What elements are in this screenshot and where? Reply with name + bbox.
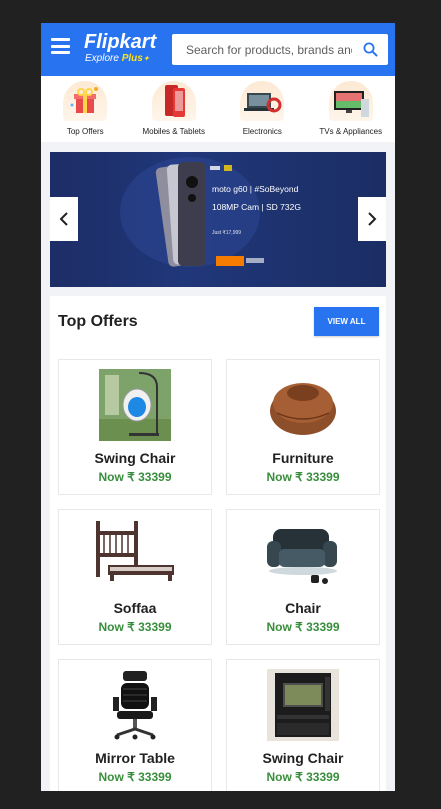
product-price: Now ₹ 33399: [98, 620, 172, 634]
sofa-icon: [267, 519, 339, 591]
brand-tagline: Explore Plus✦: [85, 53, 156, 65]
category-tvs[interactable]: TVs & Appliances: [307, 76, 395, 142]
laptop-icon: [240, 81, 285, 121]
tagline-prefix: Explore: [85, 53, 119, 64]
gift-icon: [63, 81, 108, 121]
top-offers-section: Top Offers VIEW ALL Swing Chair Now ₹ 33…: [50, 296, 386, 791]
product-price: Now ₹ 33399: [266, 470, 340, 484]
tagline-plus: Plus: [121, 53, 143, 64]
flipkart-logo[interactable]: Flipkart Explore Plus✦: [84, 31, 156, 65]
banner-offer-badge: [216, 256, 244, 266]
product-name: Furniture: [272, 450, 334, 466]
banner-line-2: 108MP Cam | SD 732G: [212, 202, 301, 212]
product-card[interactable]: Chair Now ₹ 33399: [226, 509, 380, 645]
banner-line-3: Just ₹17,999: [212, 230, 241, 236]
product-card[interactable]: Swing Chair Now ₹ 33399: [58, 359, 212, 495]
phone-icon: [151, 81, 196, 121]
category-label: TVs & Appliances: [319, 127, 383, 136]
chevron-left-icon: [59, 212, 68, 226]
office-chair-icon: [99, 669, 171, 741]
product-price: Now ₹ 33399: [98, 470, 172, 484]
carousel-prev-button[interactable]: [50, 197, 78, 241]
product-price: Now ₹ 33399: [266, 620, 340, 634]
product-name: Chair: [285, 600, 321, 616]
category-mobiles[interactable]: Mobiles & Tablets: [130, 76, 218, 142]
product-name: Soffaa: [113, 600, 157, 616]
search-box: [172, 34, 388, 65]
section-title: Top Offers: [58, 313, 138, 330]
search-input[interactable]: [172, 42, 352, 57]
bunk-bed-icon: [96, 519, 174, 591]
menu-icon[interactable]: [51, 38, 70, 54]
promo-banner[interactable]: moto g60 | #SoBeyond 108MP Cam | SD 732G…: [50, 152, 386, 287]
product-name: Swing Chair: [262, 750, 344, 766]
product-price: Now ₹ 33399: [98, 770, 172, 784]
brand-name: Flipkart: [84, 31, 157, 53]
product-card[interactable]: Furniture Now ₹ 33399: [226, 359, 380, 495]
category-label: Electronics: [242, 127, 282, 136]
carousel-next-button[interactable]: [358, 197, 386, 241]
product-price: Now ₹ 33399: [266, 770, 340, 784]
banner-artwork: moto g60 | #SoBeyond 108MP Cam | SD 732G…: [120, 157, 301, 267]
category-label: Top Offers: [66, 127, 104, 136]
category-electronics[interactable]: Electronics: [218, 76, 306, 142]
chevron-right-icon: [368, 212, 377, 226]
plus-star-icon: ✦: [142, 54, 150, 63]
category-strip: Top Offers Mobiles & Tablets Electronics…: [41, 76, 395, 142]
tv-unit-icon: [267, 669, 339, 741]
product-card[interactable]: Soffaa Now ₹ 33399: [58, 509, 212, 645]
product-name: Swing Chair: [94, 450, 176, 466]
category-label: Mobiles & Tablets: [142, 127, 206, 136]
swing-chair-icon: [99, 369, 171, 441]
header-bar: Flipkart Explore Plus✦: [41, 23, 395, 76]
tv-icon: [328, 81, 373, 121]
app-screen: Flipkart Explore Plus✦ Top Offers Mobile…: [41, 23, 395, 791]
category-top-offers[interactable]: Top Offers: [41, 76, 129, 142]
banner-line-1: moto g60 | #SoBeyond: [212, 184, 299, 194]
bean-bag-icon: [267, 369, 339, 441]
product-card[interactable]: Swing Chair Now ₹ 33399: [226, 659, 380, 791]
product-name: Mirror Table: [95, 750, 175, 766]
view-all-button[interactable]: VIEW ALL: [314, 307, 379, 336]
product-card[interactable]: Mirror Table Now ₹ 33399: [58, 659, 212, 791]
search-icon[interactable]: [352, 34, 388, 65]
